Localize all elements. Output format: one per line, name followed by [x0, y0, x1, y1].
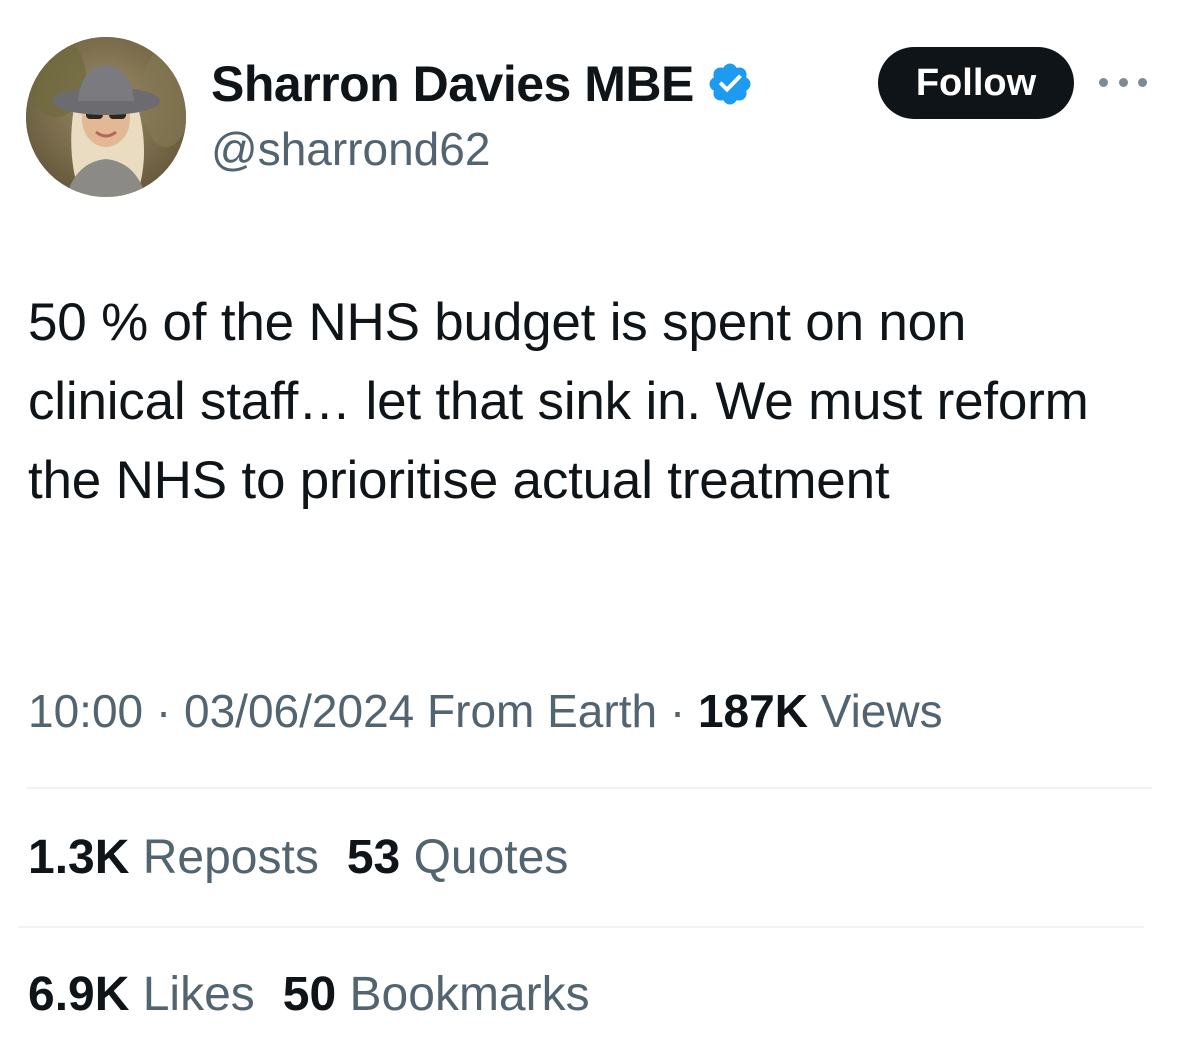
- likes-label: Likes: [142, 968, 255, 1021]
- views-count: 187K: [697, 685, 808, 737]
- follow-button[interactable]: Follow: [878, 47, 1074, 119]
- avatar-image: [26, 37, 186, 197]
- reposts-count: 1.3K: [28, 831, 130, 884]
- more-dot: [1138, 77, 1147, 87]
- verified-badge-icon[interactable]: [706, 60, 754, 108]
- bookmarks-stat[interactable]: 50 Bookmarks: [283, 968, 590, 1021]
- divider: [26, 787, 1152, 789]
- author-handle[interactable]: @sharrond62: [211, 122, 490, 176]
- tweet-source: From Earth: [427, 685, 658, 737]
- reposts-stat[interactable]: 1.3K Reposts: [28, 831, 319, 884]
- quotes-count: 53: [346, 831, 401, 884]
- quotes-stat[interactable]: 53 Quotes: [347, 831, 569, 884]
- tweet-time[interactable]: 10:00: [28, 685, 143, 737]
- avatar[interactable]: [26, 37, 186, 197]
- divider: [18, 926, 1144, 928]
- meta-separator: ·: [143, 685, 185, 737]
- tweet-date[interactable]: 03/06/2024: [184, 685, 414, 737]
- tweet-card: Sharron Davies MBE @sharrond62 Follow 50…: [0, 0, 1179, 1045]
- likes-stat[interactable]: 6.9K Likes: [28, 968, 255, 1021]
- views-label: Views: [820, 685, 943, 737]
- more-dot: [1099, 77, 1108, 87]
- tweet-meta: 10:00 · 03/06/2024 From Earth · 187K Vie…: [28, 684, 943, 738]
- author-name-row: Sharron Davies MBE: [211, 54, 754, 114]
- tweet-text: 50 % of the NHS budget is spent on non c…: [28, 293, 1104, 510]
- more-options-icon[interactable]: [1099, 72, 1147, 92]
- likes-count: 6.9K: [28, 968, 130, 1021]
- more-dot: [1118, 77, 1128, 87]
- meta-separator: ·: [657, 685, 698, 737]
- reposts-label: Reposts: [142, 831, 319, 884]
- bookmarks-count: 50: [282, 968, 337, 1021]
- bookmarks-label: Bookmarks: [349, 968, 590, 1021]
- engagement-stats-row: 1.3K Reposts 53 Quotes: [28, 830, 568, 885]
- quotes-label: Quotes: [413, 831, 569, 884]
- engagement-stats-row: 6.9K Likes 50 Bookmarks: [28, 967, 590, 1022]
- author-display-name[interactable]: Sharron Davies MBE: [211, 55, 694, 113]
